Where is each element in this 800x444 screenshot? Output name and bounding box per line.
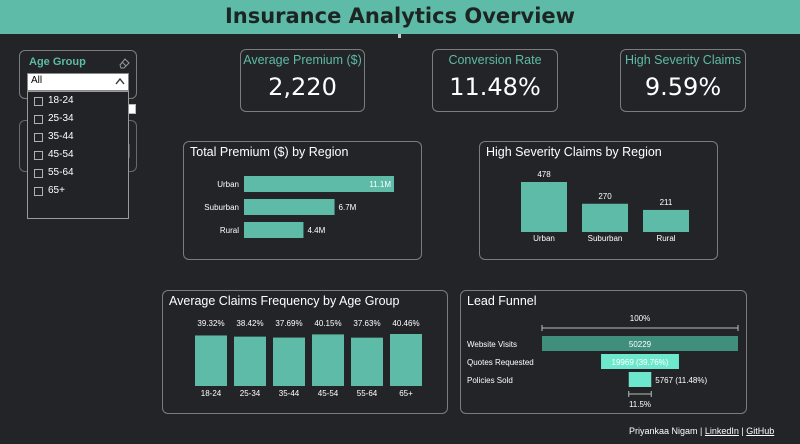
data-label: 6.7M	[339, 203, 357, 212]
age-group-dropdown[interactable]: All	[27, 73, 129, 91]
data-label: 38.42%	[236, 319, 263, 328]
chart-claims-frequency-by-age: Average Claims Frequency by Age Group 39…	[162, 290, 448, 414]
data-label: 39.32%	[197, 319, 224, 328]
bar	[244, 199, 335, 215]
category-label: 35-44	[279, 389, 300, 398]
checkbox[interactable]	[34, 115, 43, 124]
age-group-options: 18-24 25-34 35-44 45-54 55-64 65+	[27, 91, 129, 219]
header-divider-handle	[398, 34, 401, 38]
category-label: Urban	[217, 180, 239, 189]
category-label: 45-54	[318, 389, 339, 398]
footer-credits: Priyankaa Nigam | LinkedIn | GitHub	[629, 426, 775, 436]
lead-funnel-chart: 100% Website Visits 50229 Quotes Requested 1…	[467, 314, 739, 409]
bar	[521, 182, 567, 232]
total-premium-chart: Urban 11.1M Suburban 6.7M Rural 4.4M	[204, 176, 394, 238]
data-label: 211	[660, 198, 673, 207]
data-label: 5767 (11.48%)	[655, 376, 707, 385]
data-label: 40.15%	[314, 319, 341, 328]
category-label: Suburban	[588, 234, 623, 243]
category-label: Rural	[220, 226, 239, 235]
chart-high-severity-claims-by-region: High Severity Claims by Region 478 Urban 2…	[479, 141, 718, 260]
data-label: 4.4M	[307, 226, 325, 235]
dropdown-selected-value: All	[31, 75, 43, 86]
category-label: 55-64	[357, 389, 378, 398]
checkbox[interactable]	[34, 187, 43, 196]
bar	[244, 222, 304, 238]
funnel-bar	[628, 372, 652, 387]
kpi-card-high-severity-claims: High Severity Claims 9.59%	[620, 49, 746, 112]
linkedin-link[interactable]: LinkedIn	[705, 426, 739, 436]
data-label: 478	[537, 170, 551, 179]
kpi-value: 2,220	[268, 73, 337, 101]
github-link[interactable]: GitHub	[746, 426, 774, 436]
kpi-label: High Severity Claims	[624, 53, 741, 67]
chart-lead-funnel: Lead Funnel 100% Website Visits 50229 Quote…	[460, 290, 747, 414]
data-label: 270	[598, 192, 612, 201]
kpi-card-average-premium: Average Premium ($) 2,220	[240, 49, 365, 112]
category-label: 25-34	[240, 389, 261, 398]
category-label: Quotes Requested	[467, 358, 534, 367]
category-label: Website Visits	[467, 340, 517, 349]
checkbox[interactable]	[34, 133, 43, 142]
bar	[582, 203, 628, 232]
category-label: Policies Sold	[467, 376, 513, 385]
data-label: 40.46%	[392, 319, 419, 328]
kpi-card-conversion-rate: Conversion Rate 11.48%	[432, 49, 558, 112]
chart-total-premium-by-region: Total Premium ($) by Region Urban 11.1M Su…	[183, 141, 422, 260]
category-label: 65+	[399, 389, 413, 398]
high-severity-chart: 478 Urban 270 Suburban 211 Rural	[521, 170, 689, 243]
bar	[643, 209, 689, 232]
funnel-bottom-label: 11.5%	[629, 400, 651, 409]
author-name: Priyankaa Nigam	[629, 426, 698, 436]
bar	[234, 336, 266, 386]
bar	[273, 337, 305, 386]
category-label: Suburban	[204, 203, 239, 212]
page-title: Insurance Analytics Overview	[224, 4, 576, 28]
bar	[195, 335, 227, 386]
slicer-title: Age Group	[29, 56, 86, 68]
kpi-label: Conversion Rate	[448, 53, 542, 67]
kpi-label: Average Premium ($)	[243, 53, 362, 67]
bar	[312, 334, 344, 386]
kpi-value: 11.48%	[449, 73, 541, 101]
checkbox[interactable]	[34, 169, 43, 178]
checkbox[interactable]	[34, 151, 43, 160]
bar	[351, 337, 383, 386]
category-label: Urban	[533, 234, 555, 243]
category-label: 18-24	[201, 389, 222, 398]
clear-selection-icon[interactable]	[118, 57, 130, 69]
data-label: 37.69%	[275, 319, 302, 328]
kpi-value: 9.59%	[644, 73, 722, 101]
checkbox[interactable]	[34, 97, 43, 106]
data-label: 37.63%	[353, 319, 380, 328]
data-label: 19969 (39.76%)	[612, 358, 669, 367]
dashboard-header: Insurance Analytics Overview	[0, 0, 800, 34]
claims-frequency-chart: 39.32% 18-24 38.42% 25-34 37.69% 35-44 40.15% 4…	[195, 319, 422, 398]
category-label: Rural	[656, 234, 675, 243]
funnel-top-label: 100%	[630, 314, 650, 323]
bar	[390, 334, 422, 386]
data-label: 50229	[629, 340, 652, 349]
data-label: 11.1M	[369, 180, 391, 189]
chevron-up-icon[interactable]	[114, 76, 126, 88]
